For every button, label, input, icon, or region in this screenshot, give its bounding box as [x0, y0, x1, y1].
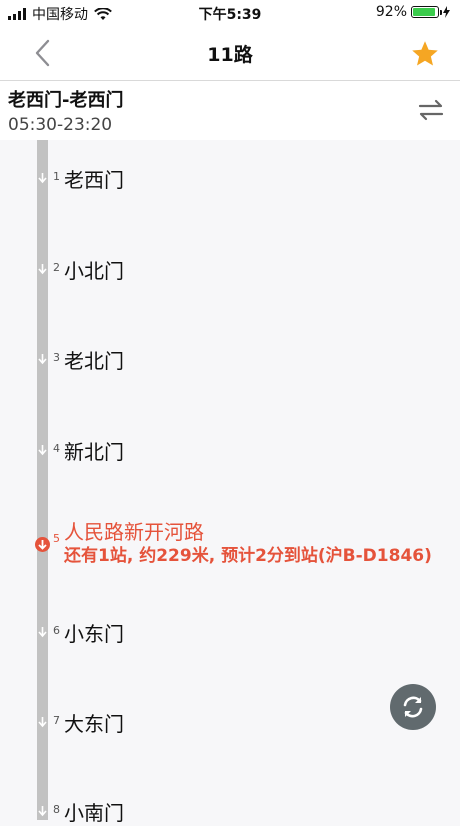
battery-fill: [413, 8, 436, 16]
charging-icon: [443, 6, 450, 18]
route-hours: 05:30-23:20: [8, 115, 113, 135]
station-number: 2: [53, 261, 60, 274]
station-name: 老北门: [64, 349, 124, 373]
bus-position-dot: [35, 537, 50, 552]
swap-direction-icon: [418, 99, 444, 121]
star-icon: [412, 41, 438, 66]
status-bar: 中国移动 下午5:39 92%: [0, 0, 460, 26]
swap-direction-button[interactable]: [416, 95, 446, 125]
down-arrow-icon: [38, 354, 47, 365]
station-number: 3: [53, 351, 60, 364]
station-name: 大东门: [64, 712, 124, 736]
station-number: 7: [53, 714, 60, 727]
station-name: 小北门: [64, 259, 124, 283]
station-name: 小南门: [64, 801, 124, 825]
station-number: 6: [53, 624, 60, 637]
arrival-eta: 还有1站, 约229米, 预计2分到站(沪B-D1846): [64, 546, 432, 566]
down-arrow-icon: [38, 445, 47, 456]
route-name: 老西门-老西门: [8, 90, 124, 111]
station-number: 1: [53, 170, 60, 183]
refresh-icon: [403, 696, 423, 718]
status-right: 92%: [376, 4, 450, 20]
nav-bar: 11路: [0, 26, 460, 81]
page-title: 11路: [207, 44, 253, 66]
station-name: 新北门: [64, 440, 124, 464]
route-header: 老西门-老西门 05:30-23:20: [0, 81, 460, 140]
refresh-button[interactable]: [390, 684, 436, 730]
station-number: 5: [53, 532, 60, 545]
down-arrow-icon: [38, 717, 47, 728]
battery-icon: [411, 6, 442, 18]
station-number: 4: [53, 442, 60, 455]
down-arrow-icon: [38, 627, 47, 638]
down-arrow-icon: [38, 806, 47, 817]
station-name: 老西门: [64, 168, 124, 192]
down-arrow-icon: [38, 264, 47, 275]
battery-percent: 92%: [375, 4, 407, 20]
down-arrow-icon: [38, 540, 47, 550]
down-arrow-icon: [38, 173, 47, 184]
station-number: 8: [53, 803, 60, 816]
favorite-button[interactable]: [410, 39, 440, 69]
station-name: 小东门: [64, 622, 124, 646]
